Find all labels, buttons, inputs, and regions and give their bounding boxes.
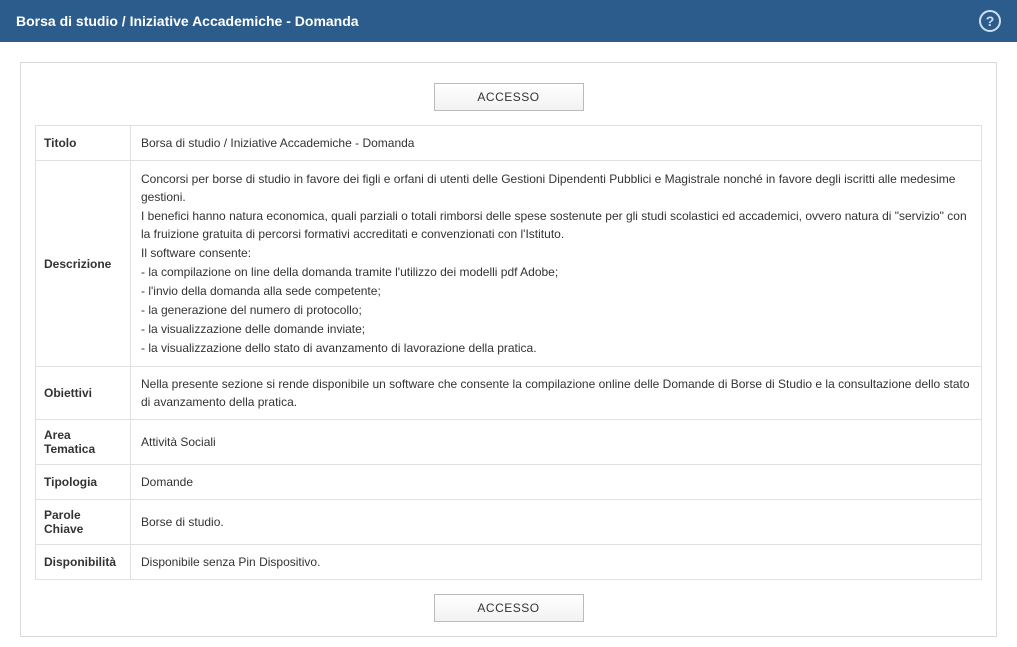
value-titolo: Borsa di studio / Iniziative Accademiche… bbox=[131, 126, 982, 161]
descrizione-b1: - la compilazione on line della domanda … bbox=[141, 263, 971, 281]
page-title: Borsa di studio / Iniziative Accademiche… bbox=[16, 13, 359, 29]
help-icon[interactable]: ? bbox=[979, 10, 1001, 32]
label-tipologia: Tipologia bbox=[36, 465, 131, 500]
row-descrizione: Descrizione Concorsi per borse di studio… bbox=[36, 161, 982, 367]
value-descrizione: Concorsi per borse di studio in favore d… bbox=[131, 161, 982, 367]
row-tipologia: Tipologia Domande bbox=[36, 465, 982, 500]
label-obiettivi: Obiettivi bbox=[36, 367, 131, 420]
label-descrizione: Descrizione bbox=[36, 161, 131, 367]
descrizione-b4: - la visualizzazione delle domande invia… bbox=[141, 320, 971, 338]
row-obiettivi: Obiettivi Nella presente sezione si rend… bbox=[36, 367, 982, 420]
row-area-tematica: Area Tematica Attività Sociali bbox=[36, 420, 982, 465]
access-button-bottom[interactable]: ACCESSO bbox=[434, 594, 584, 622]
value-area-tematica: Attività Sociali bbox=[131, 420, 982, 465]
page-root: Borsa di studio / Iniziative Accademiche… bbox=[0, 0, 1017, 647]
label-titolo: Titolo bbox=[36, 126, 131, 161]
descrizione-p2: I benefici hanno natura economica, quali… bbox=[141, 207, 971, 243]
descrizione-b5: - la visualizzazione dello stato di avan… bbox=[141, 339, 971, 357]
value-disponibilita: Disponibile senza Pin Dispositivo. bbox=[131, 545, 982, 580]
header-bar: Borsa di studio / Iniziative Accademiche… bbox=[0, 0, 1017, 42]
value-tipologia: Domande bbox=[131, 465, 982, 500]
access-button-top[interactable]: ACCESSO bbox=[434, 83, 584, 111]
inner-panel: ACCESSO Titolo Borsa di studio / Iniziat… bbox=[20, 62, 997, 637]
access-button-row-bottom: ACCESSO bbox=[35, 594, 982, 622]
row-disponibilita: Disponibilità Disponibile senza Pin Disp… bbox=[36, 545, 982, 580]
descrizione-p1: Concorsi per borse di studio in favore d… bbox=[141, 170, 971, 206]
descrizione-p3: Il software consente: bbox=[141, 244, 971, 262]
label-disponibilita: Disponibilità bbox=[36, 545, 131, 580]
value-parole-chiave: Borse di studio. bbox=[131, 500, 982, 545]
label-parole-chiave: Parole Chiave bbox=[36, 500, 131, 545]
row-parole-chiave: Parole Chiave Borse di studio. bbox=[36, 500, 982, 545]
access-button-row-top: ACCESSO bbox=[35, 83, 982, 111]
label-area-tematica: Area Tematica bbox=[36, 420, 131, 465]
descrizione-b2: - l'invio della domanda alla sede compet… bbox=[141, 282, 971, 300]
info-table: Titolo Borsa di studio / Iniziative Acca… bbox=[35, 125, 982, 580]
descrizione-b3: - la generazione del numero di protocoll… bbox=[141, 301, 971, 319]
row-titolo: Titolo Borsa di studio / Iniziative Acca… bbox=[36, 126, 982, 161]
value-obiettivi: Nella presente sezione si rende disponib… bbox=[131, 367, 982, 420]
content-wrap: ACCESSO Titolo Borsa di studio / Iniziat… bbox=[0, 42, 1017, 647]
